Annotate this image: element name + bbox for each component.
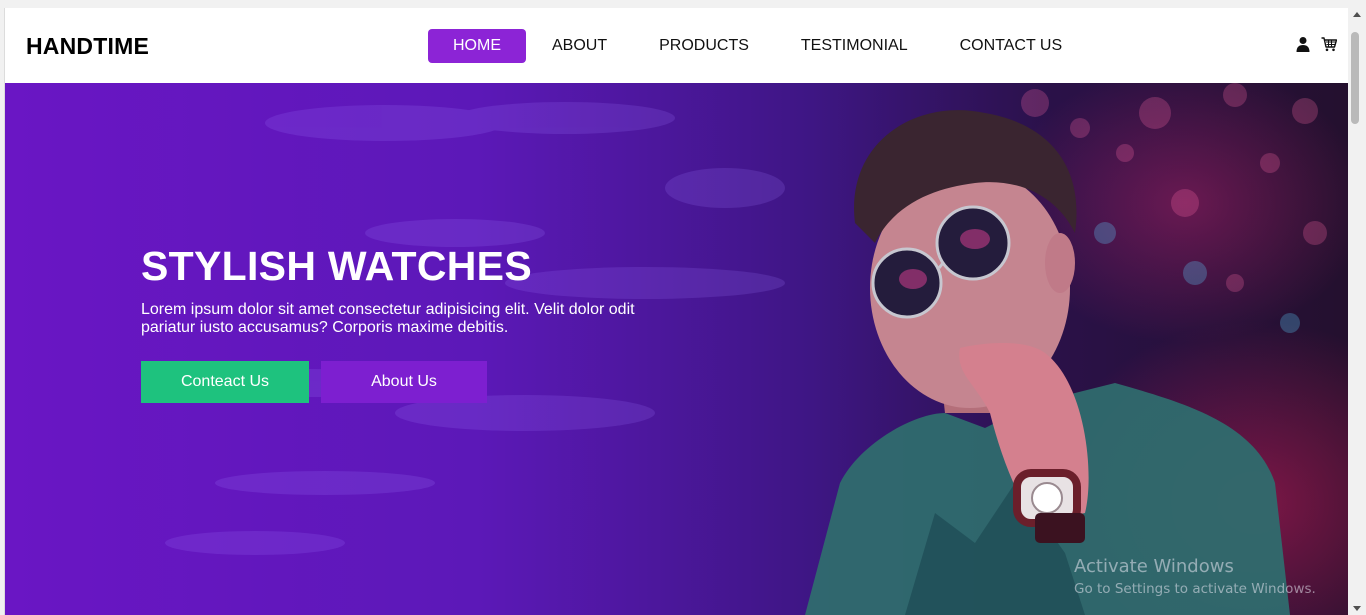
navbar: HANDTIME HOME ABOUT PRODUCTS TESTIMONIAL…	[5, 8, 1348, 83]
watermark-title: Activate Windows	[1074, 556, 1234, 577]
about-us-button[interactable]: About Us	[321, 361, 487, 403]
cart-icon[interactable]	[1321, 36, 1337, 52]
activate-windows-watermark: Activate Windows Go to Settings to activ…	[1074, 556, 1316, 597]
nav-item-products[interactable]: PRODUCTS	[633, 29, 775, 63]
hero-buttons: Conteact Us About Us	[141, 361, 661, 403]
hero-section: STYLISH WATCHES Lorem ipsum dolor sit am…	[5, 83, 1348, 615]
nav-item-testimonial[interactable]: TESTIMONIAL	[775, 29, 934, 63]
scroll-up-arrow-icon[interactable]	[1353, 12, 1361, 17]
user-icon[interactable]	[1295, 36, 1311, 52]
contact-us-button[interactable]: Conteact Us	[141, 361, 309, 403]
nav-item-contact-us[interactable]: CONTACT US	[934, 29, 1089, 63]
vertical-scrollbar[interactable]	[1349, 8, 1366, 615]
hero-content: STYLISH WATCHES Lorem ipsum dolor sit am…	[141, 243, 661, 403]
hero-description: Lorem ipsum dolor sit amet consectetur a…	[141, 301, 635, 336]
scrollbar-thumb[interactable]	[1351, 32, 1359, 124]
watermark-subtitle: Go to Settings to activate Windows.	[1074, 581, 1316, 597]
hero-model-image	[805, 110, 1290, 615]
scroll-down-arrow-icon[interactable]	[1353, 606, 1361, 611]
browser-viewport: HANDTIME HOME ABOUT PRODUCTS TESTIMONIAL…	[4, 8, 1348, 615]
nav-item-about[interactable]: ABOUT	[526, 29, 633, 63]
logo[interactable]: HANDTIME	[26, 33, 149, 60]
nav-icons	[1295, 36, 1337, 52]
nav-menu: HOME ABOUT PRODUCTS TESTIMONIAL CONTACT …	[428, 29, 1088, 63]
hero-title: STYLISH WATCHES	[141, 243, 532, 289]
nav-item-home[interactable]: HOME	[428, 29, 526, 63]
